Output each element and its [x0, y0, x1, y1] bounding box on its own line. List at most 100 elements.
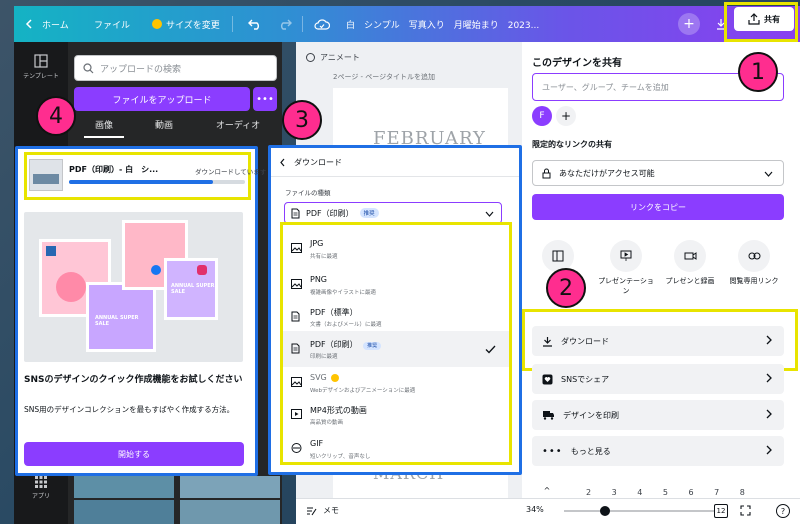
- callout-badge-1: 1: [738, 52, 778, 92]
- zoom-slider[interactable]: [564, 510, 714, 512]
- expand-pages-button[interactable]: ^: [536, 486, 558, 498]
- zoom-slider-thumb[interactable]: [600, 506, 610, 516]
- help-button[interactable]: ?: [776, 504, 790, 518]
- file-type-option-mp4[interactable]: MP4形式の動画 高品質の動画: [283, 397, 509, 433]
- crown-icon: [152, 19, 162, 29]
- copy-link-button[interactable]: リンクをコピー: [532, 194, 784, 220]
- facebook-icon: [151, 265, 161, 275]
- tab-videos[interactable]: 動画: [148, 118, 180, 138]
- truck-icon: [543, 411, 554, 420]
- document-icon: [291, 311, 300, 322]
- download-filename: PDF（印刷）- 白 シ...: [69, 165, 159, 174]
- option-title: PNG: [310, 275, 328, 284]
- tab-images[interactable]: 画像: [88, 118, 120, 138]
- link-sharing-label: 限定的なリンクの共有: [532, 140, 612, 149]
- upload-thumbnail[interactable]: [74, 500, 174, 524]
- instagram-icon: [197, 265, 207, 275]
- share-action-view-link[interactable]: 閲覧専用リンク: [724, 240, 784, 286]
- upload-files-button[interactable]: ファイルをアップロード: [74, 87, 250, 111]
- chevron-right-icon: [766, 409, 772, 419]
- home-button[interactable]: ホーム: [24, 6, 69, 42]
- file-type-select[interactable]: PDF（印刷） 推奨: [284, 202, 502, 224]
- option-subtitle: Webデザインおよびアニメーションに最適: [310, 388, 416, 394]
- option-subtitle: 共有に最適: [310, 254, 338, 260]
- callout-badge-4: 4: [36, 96, 76, 136]
- notes-button[interactable]: メモ: [306, 505, 339, 516]
- share-action-record[interactable]: プレゼンと録画: [660, 240, 720, 286]
- document-icon: [291, 208, 300, 218]
- image-icon: [291, 279, 302, 289]
- animate-button[interactable]: アニメート: [306, 52, 360, 63]
- top-bar: ホーム ファイル サイズを変更 白 シンプル 写真入り 月曜始まり 2023..…: [14, 6, 800, 42]
- rail-apps-label: アプリ: [31, 493, 50, 500]
- file-type-option-gif[interactable]: GIF 短いクリップ、音声なし: [283, 431, 509, 462]
- more-options-row[interactable]: ••• もっと見る: [532, 436, 784, 466]
- gif-icon: [291, 443, 302, 453]
- upload-thumbnail[interactable]: [74, 476, 174, 498]
- option-subtitle: 印刷に最適: [310, 354, 338, 360]
- chevron-down-icon: [764, 171, 773, 177]
- heart-icon: [542, 374, 553, 384]
- promo-heading: SNSのデザインのクイック作成機能をお試しください: [24, 375, 243, 385]
- image-icon: [291, 243, 302, 253]
- add-person-button[interactable]: +: [556, 106, 576, 126]
- download-back-button[interactable]: ダウンロード: [279, 157, 342, 168]
- chevron-down-icon: [485, 211, 494, 217]
- template-icon: [542, 240, 574, 272]
- image-icon: [291, 377, 302, 387]
- print-design-row[interactable]: デザインを印刷: [532, 400, 784, 430]
- upload-thumbnail[interactable]: [180, 500, 280, 524]
- share-action-present[interactable]: プレゼンテーション: [596, 240, 656, 296]
- share-panel-title: このデザインを共有: [532, 58, 622, 69]
- share-input-placeholder: ユーザー、グループ、チームを追加: [542, 82, 669, 92]
- row-label: もっと見る: [570, 446, 611, 456]
- upload-thumbnail[interactable]: [180, 476, 280, 498]
- tab-audio[interactable]: オーディオ: [210, 118, 266, 138]
- rail-templates[interactable]: テンプレート: [14, 54, 68, 80]
- redo-button[interactable]: [272, 12, 298, 36]
- selected-file-type: PDF（印刷）: [306, 208, 354, 218]
- chevron-left-icon: [25, 19, 32, 29]
- chevron-right-icon: [766, 445, 772, 455]
- start-button[interactable]: 開始する: [24, 442, 244, 466]
- callout-badge-2: 2: [546, 268, 586, 308]
- home-label: ホーム: [42, 20, 69, 31]
- undo-button[interactable]: [242, 12, 268, 36]
- checkmark-icon: [485, 345, 496, 354]
- add-collaborator-button[interactable]: +: [678, 13, 700, 35]
- cloud-save-button[interactable]: [309, 12, 335, 36]
- animate-label: アニメート: [320, 53, 360, 62]
- presentation-icon: [610, 240, 642, 272]
- access-label: あなただけがアクセス可能: [559, 168, 655, 178]
- file-type-option-svg[interactable]: SVG Webデザインおよびアニメーションに最適: [283, 365, 509, 401]
- option-subtitle: 文書（およびメール）に最適: [310, 322, 382, 328]
- animate-icon: [306, 53, 315, 62]
- access-select[interactable]: あなただけがアクセス可能: [532, 160, 784, 186]
- uploads-search-input[interactable]: アップロードの検索: [74, 55, 277, 81]
- upload-more-button[interactable]: •••: [253, 87, 277, 111]
- file-type-option-pdf-print[interactable]: PDF（印刷） 推奨 印刷に最適: [283, 331, 509, 367]
- redo-icon: [281, 19, 292, 30]
- page-count-button[interactable]: 12: [714, 504, 728, 518]
- linkedin-icon: [46, 246, 56, 256]
- file-type-option-png[interactable]: PNG 複雑画像やイラストに最適: [283, 267, 509, 303]
- option-title: GIF: [310, 439, 324, 448]
- avatar[interactable]: F: [532, 106, 552, 126]
- plus-icon: +: [683, 16, 695, 32]
- social-share-row[interactable]: SNSでシェア: [532, 364, 784, 394]
- lock-icon: [542, 168, 551, 178]
- more-dots-icon: •••: [542, 445, 563, 457]
- document-title[interactable]: 白 シンプル 写真入り 月曜始まり 2023...: [346, 6, 539, 42]
- resize-button[interactable]: サイズを変更: [152, 6, 220, 42]
- active-tab-indicator: [84, 136, 124, 138]
- zoom-percent[interactable]: 34%: [526, 505, 544, 514]
- file-type-option-pdf-standard[interactable]: PDF（標準） 文書（およびメール）に最適: [283, 299, 509, 335]
- share-button[interactable]: 共有: [734, 7, 794, 31]
- file-menu-button[interactable]: ファイル: [94, 6, 130, 42]
- rail-apps[interactable]: アプリ: [14, 476, 68, 500]
- page-title[interactable]: 2ページ - ページタイトルを追加: [333, 72, 435, 82]
- fullscreen-icon[interactable]: [740, 505, 751, 516]
- file-type-option-jpg[interactable]: JPG 共有に最適: [283, 231, 509, 267]
- download-panel-title: ダウンロード: [294, 158, 342, 167]
- promo-image: ANNUAL SUPER SALE ANNUAL SUPER SALE: [24, 212, 243, 362]
